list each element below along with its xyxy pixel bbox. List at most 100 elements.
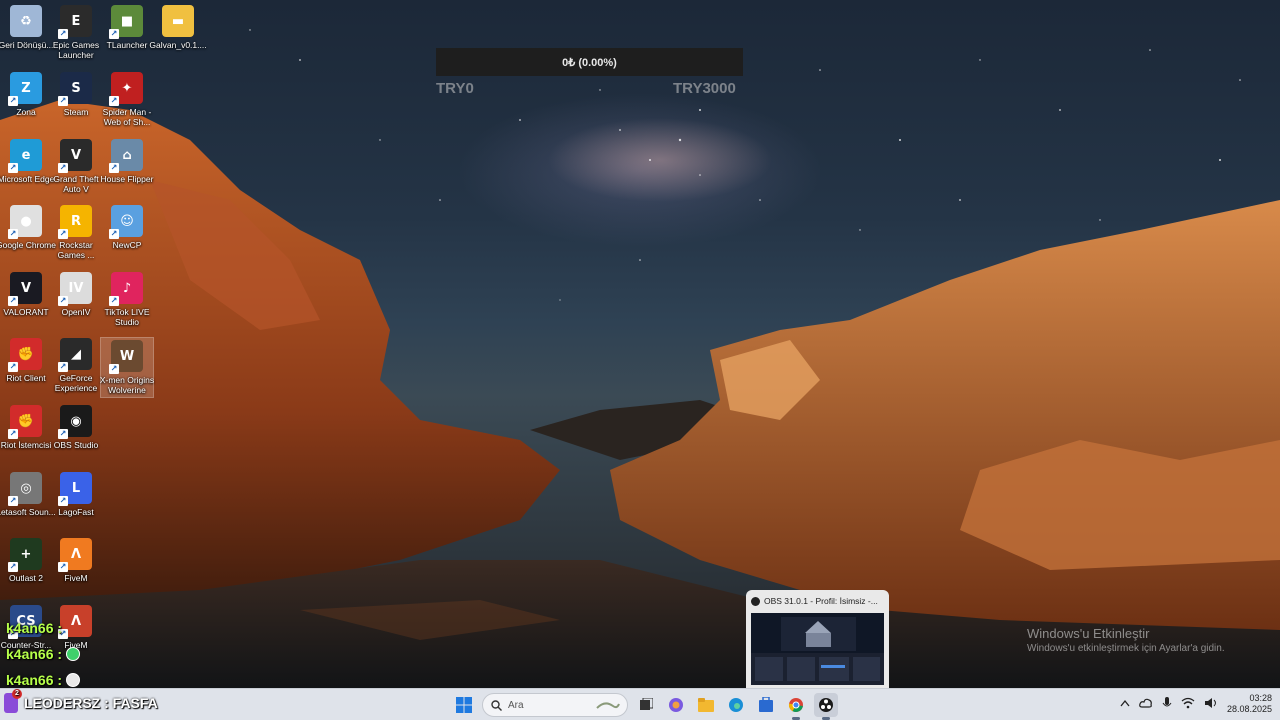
desktop-shortcut-label: OBS Studio — [53, 440, 99, 450]
taskbar-window-preview[interactable]: OBS 31.0.1 - Profil: İsimsiz -... — [746, 590, 889, 688]
shortcut-arrow-icon: ↗ — [109, 229, 119, 239]
shortcut-arrow-icon: ↗ — [109, 29, 119, 39]
notification-badge: 2 — [12, 689, 22, 699]
preview-header: OBS 31.0.1 - Profil: İsimsiz -... — [751, 596, 884, 606]
copilot-button[interactable] — [664, 693, 688, 717]
file-explorer-button[interactable] — [694, 693, 718, 717]
zona-icon: Z ↗ — [8, 72, 42, 106]
edge-icon: e ↗ — [8, 139, 42, 173]
chrome-button[interactable] — [784, 693, 808, 720]
clock[interactable]: 03:28 28.08.2025 — [1227, 693, 1272, 715]
taskbar-overlay-text: 2 LEODERSZ : FASFA — [4, 689, 158, 713]
desktop-shortcut-label: FiveM — [64, 573, 88, 583]
desktop-shortcut[interactable]: ◉ ↗ OBS Studio — [50, 405, 102, 450]
rockstar-icon: R ↗ — [58, 205, 92, 239]
chrome-icon: ● ↗ — [8, 205, 42, 239]
taskbar-search-box[interactable]: Ara — [482, 693, 628, 717]
wifi-button[interactable] — [1181, 697, 1195, 712]
desktop-shortcut-label: Galvan_v0.1.... — [149, 40, 207, 50]
chat-message: k4an66 : — [6, 672, 81, 688]
speaker-icon — [1204, 697, 1216, 708]
obs-window-preview-graphic — [751, 613, 884, 685]
volume-button[interactable] — [1204, 697, 1218, 712]
house-flipper-icon: ⌂ ↗ — [109, 139, 143, 173]
progress-min-label: TRY0 — [436, 80, 474, 97]
watermark-subtitle: Windows'u etkinleştirmek için Ayarlar'a … — [1027, 643, 1225, 654]
chat-avatar-icon — [66, 673, 81, 687]
wolverine-icon: W ↗ — [109, 340, 143, 374]
folder-icon: ▬ — [162, 5, 194, 37]
steam-icon: S ↗ — [58, 72, 92, 106]
desktop-shortcut[interactable]: ■ ↗ TLauncher — [101, 5, 153, 50]
fivem-icon: Λ ↗ — [58, 605, 92, 639]
show-hidden-icons-button[interactable] — [1120, 699, 1130, 710]
speaker-icon: ◎ ↗ — [8, 472, 42, 506]
desktop-shortcut[interactable]: V ↗ Grand Theft Auto V — [50, 139, 102, 194]
network-status-button[interactable] — [1139, 697, 1153, 712]
shortcut-arrow-icon: ↗ — [8, 229, 18, 239]
obs-taskbar-button[interactable] — [814, 693, 838, 720]
desktop-shortcut[interactable]: E ↗ Epic Games Launcher — [50, 5, 102, 60]
obs-icon: ◉ ↗ — [58, 405, 92, 439]
wifi-icon — [1181, 697, 1195, 708]
edge-button[interactable] — [724, 693, 748, 717]
desktop-shortcut[interactable]: ▬ Galvan_v0.1.... — [149, 5, 207, 50]
desktop-shortcut[interactable]: ◢ ↗ GeForce Experience — [50, 338, 102, 393]
obs-icon — [819, 698, 833, 712]
taskbar-apps: Ara — [452, 693, 838, 720]
shortcut-arrow-icon: ↗ — [109, 364, 119, 374]
desktop-shortcut[interactable]: Λ ↗ FiveM — [50, 538, 102, 583]
desktop-shortcut[interactable]: ⌂ ↗ House Flipper — [101, 139, 153, 184]
shortcut-arrow-icon: ↗ — [8, 429, 18, 439]
copilot-icon — [669, 698, 683, 712]
preview-image — [751, 613, 884, 685]
chat-username: k4an66 : — [6, 646, 63, 662]
tiktok-icon: ♪ ↗ — [109, 272, 143, 306]
desktop-shortcut-label: House Flipper — [100, 174, 154, 184]
desktop-shortcut[interactable]: IV ↗ OpenIV — [50, 272, 102, 317]
desktop-shortcut[interactable]: ☺ ↗ NewCP — [101, 205, 153, 250]
cloud-offline-icon — [1139, 698, 1152, 708]
store-button[interactable] — [754, 693, 778, 717]
desktop-shortcut[interactable]: R ↗ Rockstar Games ... — [50, 205, 102, 260]
edge-icon — [729, 698, 743, 712]
system-tray: 03:28 28.08.2025 — [1120, 693, 1272, 715]
windows-logo-icon — [456, 697, 472, 713]
shortcut-arrow-icon: ↗ — [8, 163, 18, 173]
desktop-shortcut[interactable]: S ↗ Steam — [50, 72, 102, 117]
chat-message: k4an66 : — [6, 620, 62, 636]
shortcut-arrow-icon: ↗ — [58, 496, 68, 506]
fivem-icon: Λ ↗ — [58, 538, 92, 572]
night-sky-wallpaper — [0, 29, 1280, 688]
shortcut-arrow-icon: ↗ — [58, 29, 68, 39]
newcp-icon: ☺ ↗ — [109, 205, 143, 239]
shortcut-arrow-icon: ↗ — [8, 362, 18, 372]
task-view-button[interactable] — [634, 693, 658, 717]
clock-time: 03:28 — [1249, 693, 1272, 703]
desktop-shortcut[interactable]: L ↗ LagoFast — [50, 472, 102, 517]
preview-title: OBS 31.0.1 - Profil: İsimsiz -... — [764, 596, 878, 606]
windows-activation-watermark: Windows'u Etkinleştir Windows'u etkinleş… — [1027, 626, 1225, 654]
recycle-bin-icon: ♻ — [10, 5, 42, 37]
start-button[interactable] — [452, 693, 476, 717]
desktop-shortcut[interactable]: W ↗ X-men Origins Wolverine — [100, 337, 154, 398]
chat-username: k4an66 : — [6, 672, 63, 688]
clock-date: 28.08.2025 — [1226, 704, 1272, 714]
microphone-button[interactable] — [1162, 696, 1172, 713]
microphone-icon — [1162, 696, 1172, 706]
gta-icon: V ↗ — [58, 139, 92, 173]
shortcut-arrow-icon: ↗ — [58, 362, 68, 372]
desktop-shortcut[interactable]: ✦ ↗ Spider Man - Web of Sh... — [101, 72, 153, 127]
outlast-icon: + ↗ — [8, 538, 42, 572]
desktop-shortcut-label: LagoFast — [58, 507, 94, 517]
task-view-icon — [640, 698, 653, 710]
chat-username: k4an66 : — [6, 620, 63, 636]
desktop-shortcut-label: Spider Man - Web of Sh... — [102, 107, 152, 127]
shortcut-arrow-icon: ↗ — [58, 429, 68, 439]
valorant-icon: V ↗ — [8, 272, 42, 306]
shortcut-arrow-icon: ↗ — [58, 562, 68, 572]
chevron-up-icon — [1120, 699, 1130, 706]
lagofast-icon: L ↗ — [58, 472, 92, 506]
shortcut-arrow-icon: ↗ — [8, 496, 18, 506]
desktop-shortcut[interactable]: ♪ ↗ TikTok LIVE Studio — [101, 272, 153, 327]
